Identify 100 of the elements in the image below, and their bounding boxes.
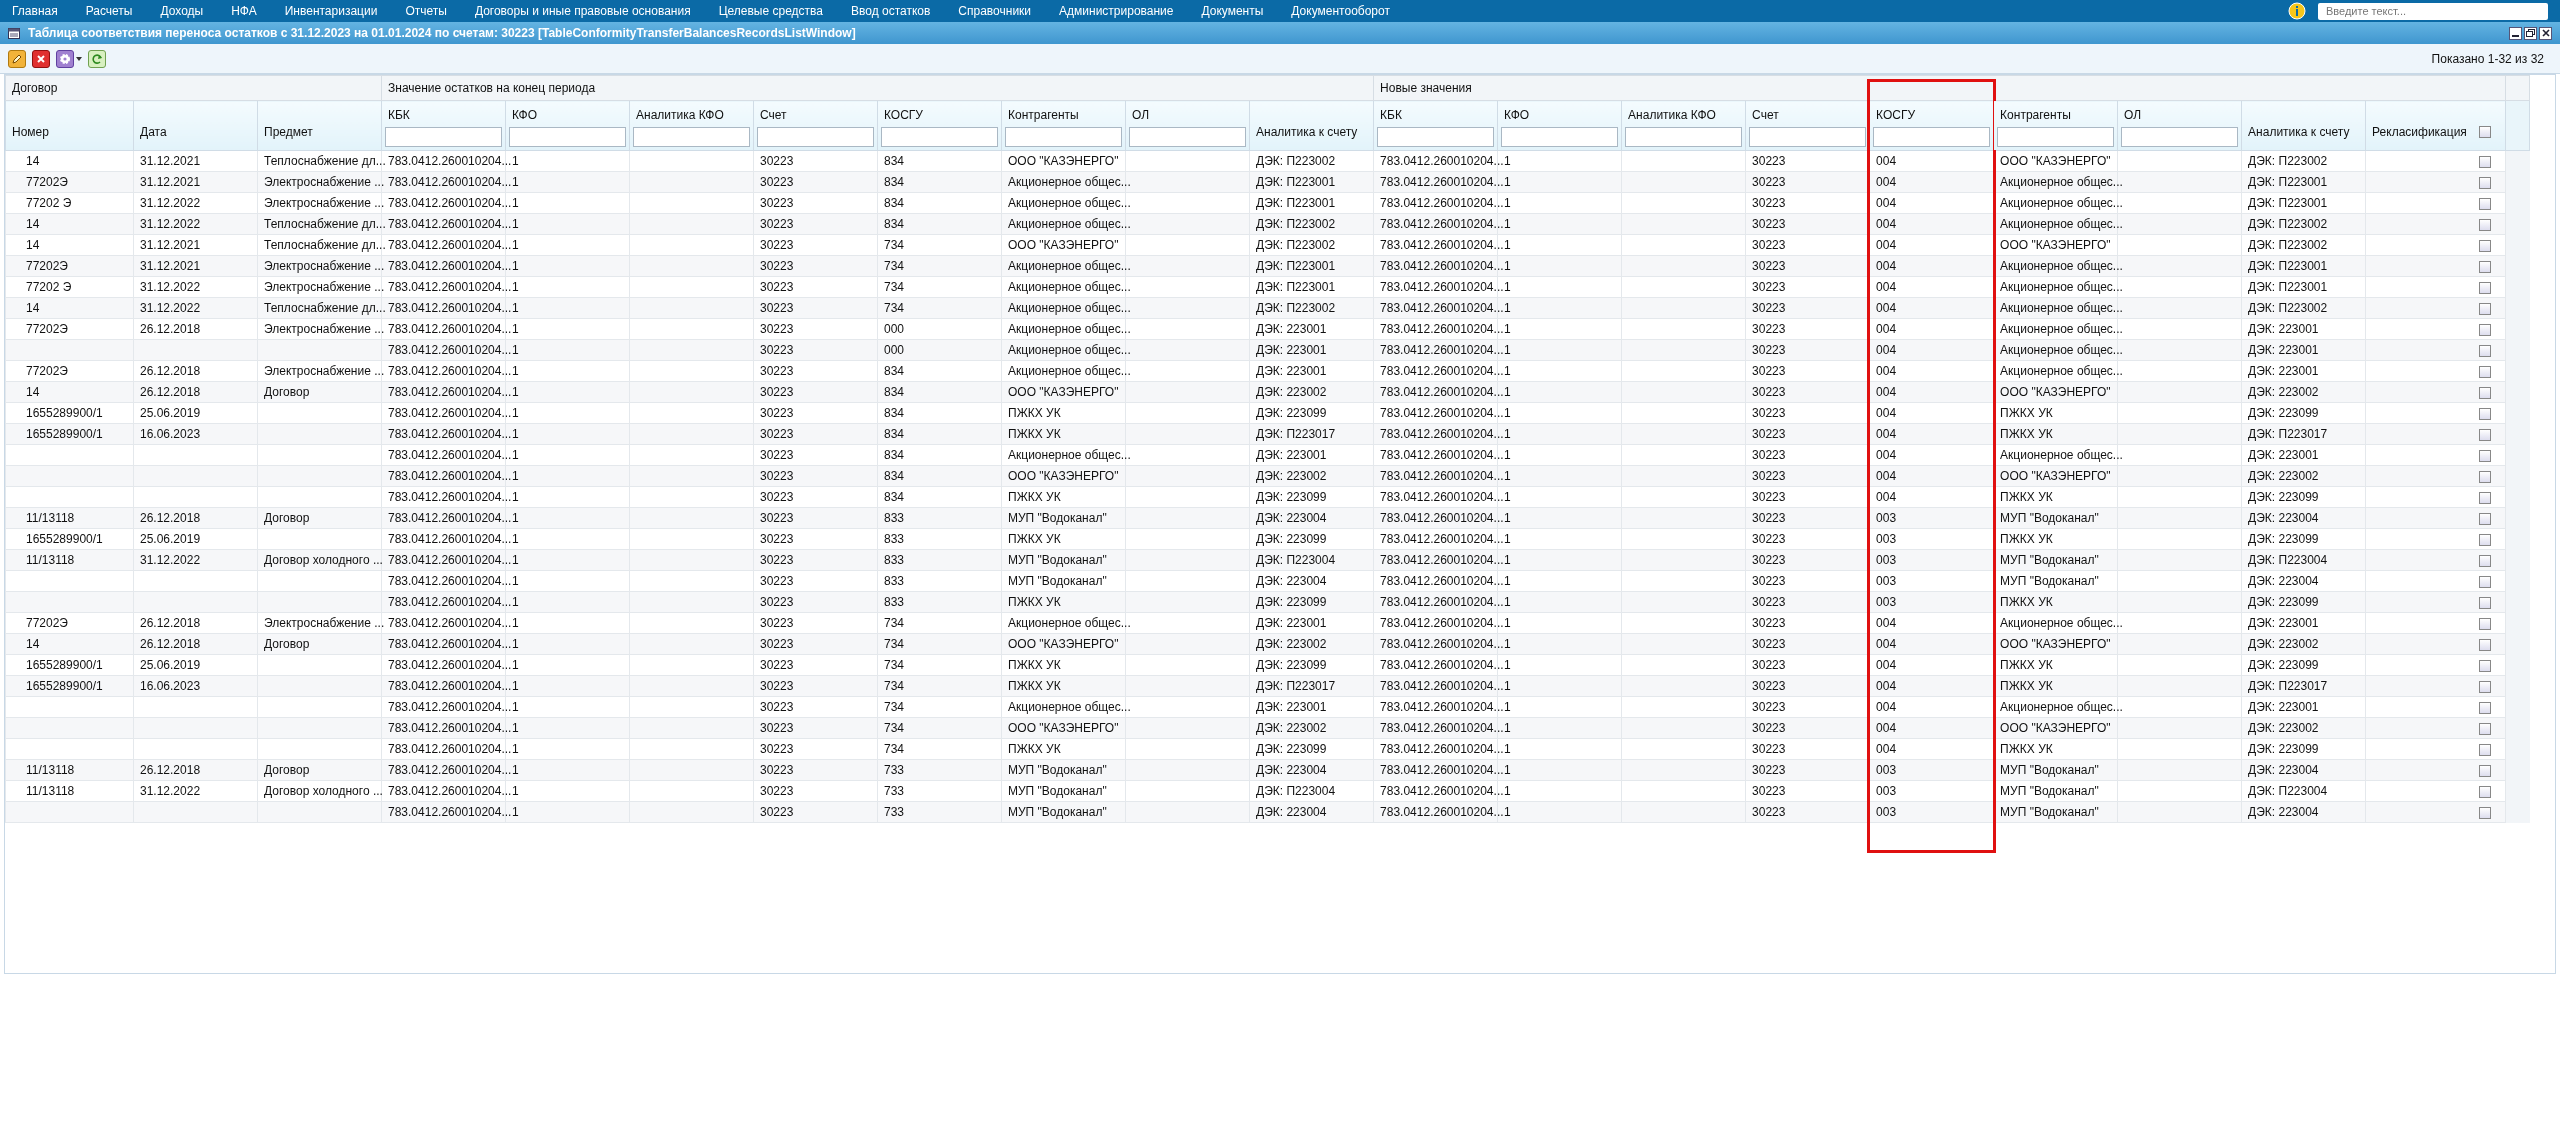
info-icon[interactable] bbox=[2288, 2, 2306, 20]
table-cell: Теплоснабжение дл... bbox=[264, 217, 386, 231]
checkbox[interactable] bbox=[2479, 449, 2492, 462]
close-button[interactable] bbox=[2539, 26, 2552, 40]
filter-field[interactable] bbox=[1377, 127, 1495, 147]
refresh-button[interactable] bbox=[88, 49, 106, 68]
table-cell: 834 bbox=[884, 217, 905, 231]
menu-item[interactable]: Доходы bbox=[160, 2, 204, 20]
checkbox[interactable] bbox=[2479, 764, 2492, 777]
column-header[interactable]: Предмет bbox=[264, 123, 313, 141]
checkbox[interactable] bbox=[2479, 659, 2492, 672]
checkbox[interactable] bbox=[2479, 281, 2492, 294]
minimize-button[interactable] bbox=[2509, 26, 2522, 40]
checkbox[interactable] bbox=[2479, 386, 2492, 399]
menu-item[interactable]: Отчеты bbox=[405, 2, 447, 20]
checkbox[interactable] bbox=[2479, 575, 2492, 588]
column-header[interactable]: КБК bbox=[388, 106, 410, 124]
column-header[interactable]: Номер bbox=[12, 123, 49, 141]
table-cell: Акционерное общес... bbox=[2000, 301, 2123, 315]
table-cell: МУП "Водоканал" bbox=[1008, 574, 1107, 588]
filter-field[interactable] bbox=[1005, 127, 1122, 147]
menu-item[interactable]: Документооборот bbox=[1291, 2, 1390, 20]
column-header[interactable]: Счет bbox=[760, 106, 787, 124]
column-header[interactable]: ОЛ bbox=[2124, 106, 2142, 124]
checkbox[interactable] bbox=[2479, 491, 2492, 504]
menu-item[interactable]: Расчеты bbox=[85, 2, 133, 20]
checkbox[interactable] bbox=[2479, 428, 2492, 441]
checkbox[interactable] bbox=[2479, 260, 2492, 273]
table-cell: 783.0412.260010204... bbox=[1380, 175, 1504, 189]
table-cell: 1 bbox=[1504, 637, 1511, 651]
column-header[interactable]: КФО bbox=[1504, 106, 1530, 124]
checkbox[interactable] bbox=[2479, 126, 2492, 138]
menu-item[interactable]: Справочники bbox=[958, 2, 1032, 20]
checkbox[interactable] bbox=[2479, 806, 2492, 819]
filter-field[interactable] bbox=[385, 127, 502, 147]
filter-field[interactable] bbox=[1501, 127, 1619, 147]
restore-button[interactable] bbox=[2524, 26, 2537, 40]
checkbox[interactable] bbox=[2479, 197, 2492, 210]
column-header[interactable]: Дата bbox=[140, 123, 167, 141]
column-header[interactable]: КОСГУ bbox=[1876, 106, 1916, 124]
table-cell: ДЭК: П223001 bbox=[1256, 259, 1336, 273]
checkbox[interactable] bbox=[2479, 743, 2492, 756]
table-cell: 734 bbox=[884, 616, 905, 630]
checkbox[interactable] bbox=[2479, 638, 2492, 651]
checkbox[interactable] bbox=[2479, 407, 2492, 420]
column-header[interactable]: КБК bbox=[1380, 106, 1402, 124]
checkbox[interactable] bbox=[2479, 218, 2492, 231]
checkbox[interactable] bbox=[2479, 176, 2492, 189]
search-field[interactable]: Введите текст... bbox=[2318, 2, 2548, 20]
checkbox[interactable] bbox=[2479, 470, 2492, 483]
filter-field[interactable] bbox=[1625, 127, 1743, 147]
checkbox[interactable] bbox=[2479, 617, 2492, 630]
column-header[interactable]: КОСГУ bbox=[884, 106, 923, 124]
filter-field[interactable] bbox=[1997, 127, 2115, 147]
filter-field[interactable] bbox=[881, 127, 998, 147]
menu-item[interactable]: Целевые средства bbox=[718, 2, 823, 20]
table-cell: 783.0412.260010204... bbox=[388, 700, 512, 714]
filter-field[interactable] bbox=[1873, 127, 1991, 147]
menu-item[interactable]: Администрирование bbox=[1059, 2, 1174, 20]
checkbox[interactable] bbox=[2479, 302, 2492, 315]
filter-field[interactable] bbox=[1749, 127, 1867, 147]
filter-field[interactable] bbox=[509, 127, 626, 147]
checkbox[interactable] bbox=[2479, 722, 2492, 735]
column-header[interactable]: Счет bbox=[1752, 106, 1779, 124]
checkbox[interactable] bbox=[2479, 512, 2492, 525]
checkbox[interactable] bbox=[2479, 680, 2492, 693]
filter-field[interactable] bbox=[2121, 127, 2239, 147]
table-cell: 30223 bbox=[760, 238, 794, 252]
filter-field[interactable] bbox=[1129, 127, 1246, 147]
table-cell: ПЖКХ УК bbox=[2000, 679, 2053, 693]
checkbox[interactable] bbox=[2479, 344, 2492, 357]
settings-menu-button[interactable] bbox=[56, 49, 82, 68]
table-cell: 25.06.2019 bbox=[140, 532, 201, 546]
checkbox[interactable] bbox=[2479, 533, 2492, 546]
table-cell: 783.0412.260010204... bbox=[1380, 259, 1504, 273]
table-cell: 14 bbox=[26, 238, 40, 252]
checkbox[interactable] bbox=[2479, 785, 2492, 798]
menu-item[interactable]: Договоры и иные правовые основания bbox=[474, 2, 691, 20]
menu-item[interactable]: НФА bbox=[231, 2, 257, 20]
checkbox[interactable] bbox=[2479, 596, 2492, 609]
checkbox[interactable] bbox=[2479, 554, 2492, 567]
checkbox[interactable] bbox=[2479, 323, 2492, 336]
table-cell: 1 bbox=[512, 343, 519, 357]
delete-button[interactable] bbox=[32, 49, 50, 68]
column-header[interactable]: ОЛ bbox=[1132, 106, 1150, 124]
edit-button[interactable] bbox=[8, 49, 26, 68]
menu-item[interactable]: Инвентаризации bbox=[284, 2, 378, 20]
menu-item[interactable]: Главная bbox=[12, 2, 58, 20]
checkbox[interactable] bbox=[2479, 365, 2492, 378]
column-header[interactable]: КФО bbox=[512, 106, 538, 124]
checkbox[interactable] bbox=[2479, 701, 2492, 714]
menu-item[interactable]: Ввод остатков bbox=[851, 2, 931, 20]
table-cell: 783.0412.260010204... bbox=[1380, 217, 1504, 231]
filter-field[interactable] bbox=[757, 127, 874, 147]
checkbox[interactable] bbox=[2479, 239, 2492, 252]
table-cell: 1 bbox=[1504, 469, 1511, 483]
table-cell: 834 bbox=[884, 427, 905, 441]
filter-field[interactable] bbox=[633, 127, 750, 147]
menu-item[interactable]: Документы bbox=[1201, 2, 1264, 20]
checkbox[interactable] bbox=[2479, 155, 2492, 168]
